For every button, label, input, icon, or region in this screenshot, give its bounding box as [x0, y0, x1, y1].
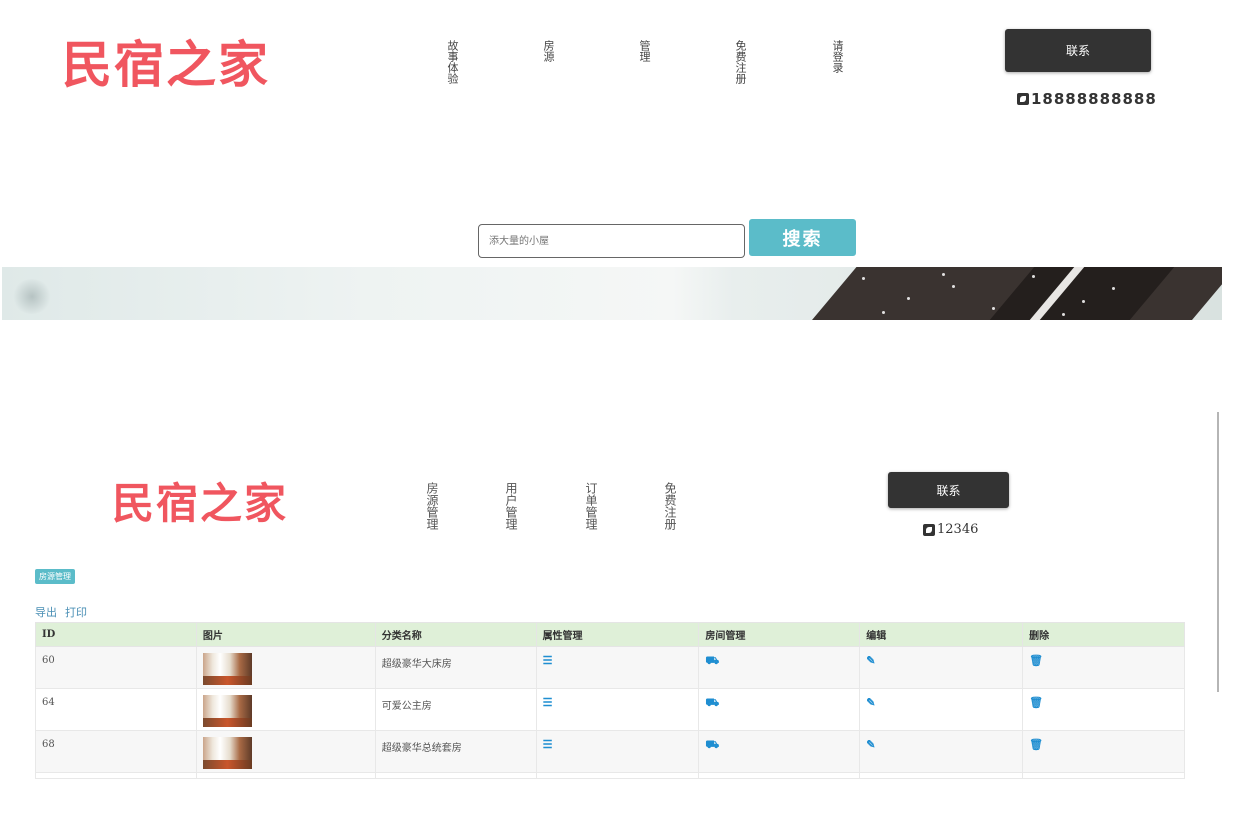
admin-logo[interactable]: 民宿之家 [112, 478, 288, 530]
contact-button[interactable]: 联系 [888, 472, 1009, 508]
nav-listing-management[interactable]: 房源管理 [425, 482, 439, 530]
cell-id: 64 [35, 688, 197, 731]
edit-icon[interactable]: ✎ [866, 739, 875, 750]
nav-free-register[interactable]: 免费注册 [663, 482, 677, 530]
col-header-image[interactable]: 图片 [195, 622, 376, 647]
contact-button[interactable]: 联系 [1005, 29, 1151, 72]
nav-listings[interactable]: 房源 [542, 40, 555, 62]
list-icon[interactable]: ☰ [543, 697, 553, 708]
cell-category-name: 超级豪华总统套房 [374, 730, 537, 773]
hero-banner-image [2, 267, 1222, 320]
cart-icon[interactable]: ⛟ [705, 739, 719, 750]
phone-icon [923, 523, 935, 536]
cart-icon[interactable]: ⛟ [705, 697, 719, 708]
nav-manage[interactable]: 管理 [638, 40, 651, 62]
site-logo[interactable]: 民宿之家 [62, 34, 270, 96]
table-tools: 导出 打印 [35, 604, 87, 620]
table-row: 60 超级豪华大床房 ☰ ⛟ ✎ 🗑 [35, 646, 1185, 689]
col-header-attribute-management[interactable]: 属性管理 [535, 622, 700, 647]
search-button[interactable]: 搜索 [749, 219, 856, 256]
nav-login[interactable]: 请登录 [831, 40, 844, 73]
phone-text: 18888888888 [1031, 90, 1157, 108]
print-link[interactable]: 打印 [65, 604, 87, 620]
table-row: 68 超级豪华总统套房 ☰ ⛟ ✎ 🗑 [35, 730, 1185, 773]
phone-number: 12346 [923, 522, 978, 537]
phone-number: 18888888888 [1017, 90, 1157, 108]
col-header-delete[interactable]: 删除 [1022, 622, 1185, 647]
table-row [35, 772, 1185, 779]
col-header-id[interactable]: ID [35, 622, 197, 647]
scrollbar[interactable] [1217, 412, 1219, 692]
phone-icon [1017, 93, 1029, 105]
export-link[interactable]: 导出 [35, 604, 57, 620]
room-thumbnail[interactable] [202, 737, 252, 769]
nav-free-register[interactable]: 免费注册 [734, 40, 747, 84]
cell-category-name: 可爱公主房 [374, 688, 537, 731]
cell-id: 68 [35, 730, 197, 773]
col-header-room-management[interactable]: 房间管理 [698, 622, 861, 647]
edit-icon[interactable]: ✎ [866, 697, 875, 708]
phone-text: 12346 [937, 522, 979, 537]
nav-order-management[interactable]: 订单管理 [584, 482, 598, 530]
trash-icon[interactable]: 🗑 [1029, 697, 1043, 708]
nav-story-experience[interactable]: 故事体验 [446, 40, 459, 84]
cell-category-name: 超级豪华大床房 [374, 646, 537, 689]
list-icon[interactable]: ☰ [543, 739, 553, 750]
cell-id: 60 [35, 646, 197, 689]
table-row: 64 可爱公主房 ☰ ⛟ ✎ 🗑 [35, 688, 1185, 731]
section-badge: 房源管理 [35, 569, 75, 584]
search-input[interactable] [478, 224, 745, 258]
nav-user-management[interactable]: 用户管理 [504, 482, 518, 530]
table-header-row: ID 图片 分类名称 属性管理 房间管理 编辑 删除 [35, 622, 1185, 647]
edit-icon[interactable]: ✎ [866, 655, 875, 666]
room-thumbnail[interactable] [202, 653, 252, 685]
room-thumbnail[interactable] [202, 695, 252, 727]
col-header-edit[interactable]: 编辑 [859, 622, 1024, 647]
trash-icon[interactable]: 🗑 [1029, 739, 1043, 750]
listings-table: ID 图片 分类名称 属性管理 房间管理 编辑 删除 60 超级豪华大床房 ☰ … [35, 622, 1185, 779]
list-icon[interactable]: ☰ [543, 655, 553, 666]
col-header-category-name[interactable]: 分类名称 [374, 622, 537, 647]
cart-icon[interactable]: ⛟ [705, 655, 719, 666]
trash-icon[interactable]: 🗑 [1029, 655, 1043, 666]
